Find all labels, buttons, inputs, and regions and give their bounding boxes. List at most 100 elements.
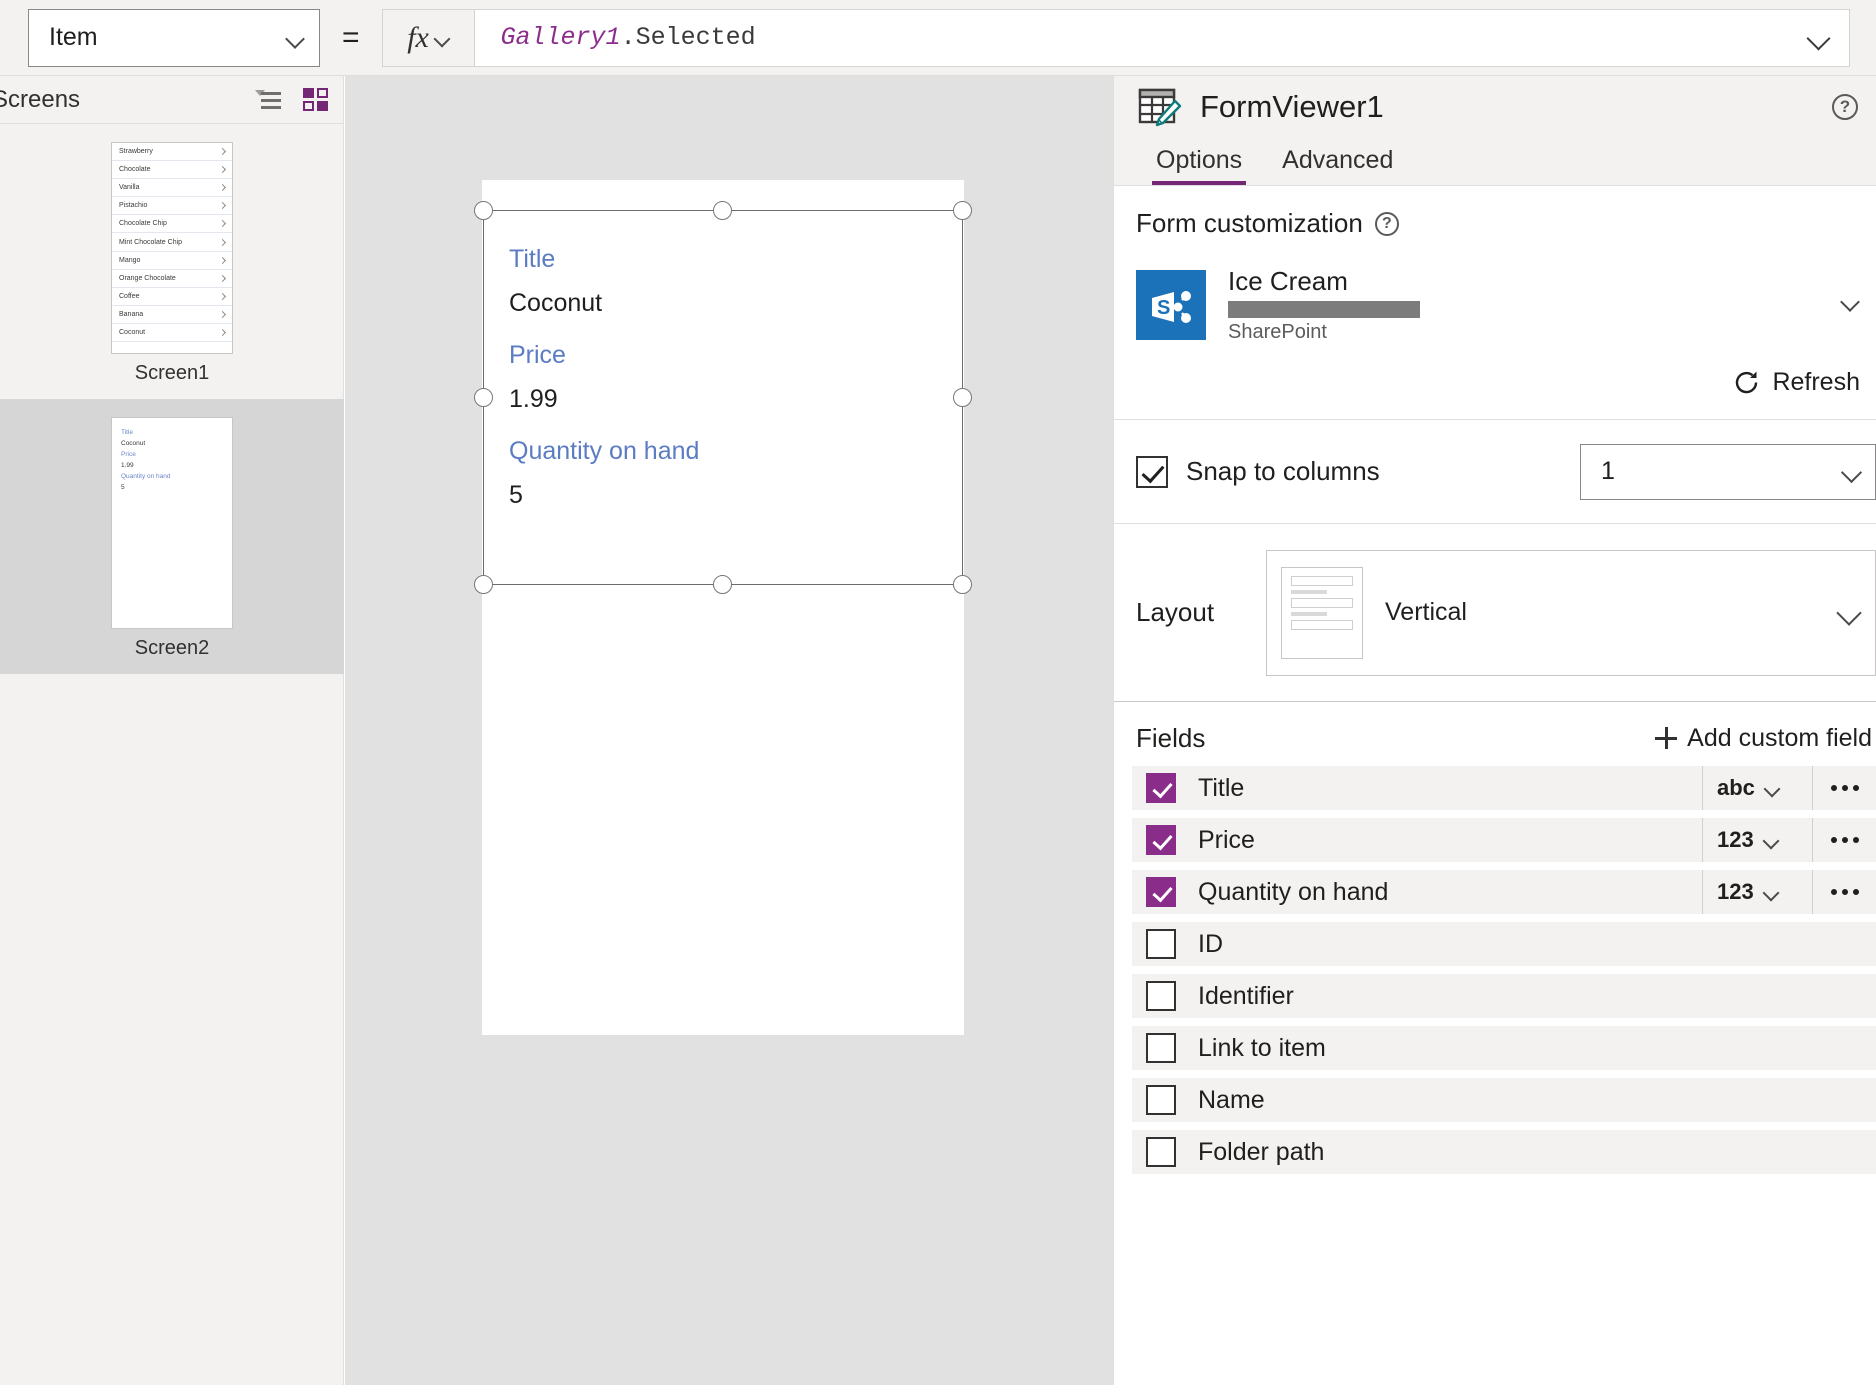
chevron-right-icon [218,202,227,210]
field-row[interactable]: Name [1132,1078,1876,1122]
field-name: Identifier [1198,981,1294,1010]
snap-to-columns-checkbox[interactable] [1136,455,1168,488]
field-checkbox[interactable] [1146,825,1176,855]
fx-button[interactable]: fx [381,8,474,67]
chevron-right-icon [218,166,227,174]
screens-panel: Screens Strawberry Chocolate Vanilla Pistac… [0,76,344,1385]
ellipsis-dot [1830,785,1837,791]
chevron-down-icon [1843,463,1861,481]
gallery-thumb-row: Chocolate Chip [112,215,232,234]
refresh-button[interactable]: Refresh [1114,344,1876,420]
chevron-down-icon [1765,781,1779,795]
data-source-chevron-down-icon[interactable] [1842,293,1866,317]
screen-item-screen2[interactable]: Title Coconut Price 1.99 Quantity on hand 5 S… [0,399,344,674]
list-view-icon[interactable] [255,89,281,111]
data-source-row[interactable]: S Ice Cream SharePoint [1136,265,1876,344]
form-customization-section: Form customization ? S Ice Cream SharePo… [1114,186,1876,344]
gallery-thumb-row-label: Coffee [119,292,140,300]
form-fields-list: Title Coconut Price 1.99 Quantity on hand 5 [484,211,962,517]
field-checkbox[interactable] [1146,773,1176,803]
field-checkbox[interactable] [1146,981,1176,1011]
field-row[interactable]: Quantity on hand 123 [1132,870,1876,914]
add-custom-field-label: Add custom field [1687,723,1872,752]
chevron-right-icon [218,328,227,337]
field-type-select[interactable]: 123 [1702,870,1812,914]
columns-count-select[interactable]: 1 [1580,443,1876,500]
form-field-value: 1.99 [509,385,558,413]
canvas-area: Title Coconut Price 1.99 Quantity on hand 5 [345,76,1113,1385]
gallery-thumb-row-label: Coconut [119,328,146,336]
field-row[interactable]: Price 123 [1132,818,1876,862]
form-field-label: Title [509,245,556,273]
field-row[interactable]: Identifier [1132,974,1876,1018]
field-checkbox[interactable] [1146,1033,1176,1063]
resize-handle-top-left[interactable] [474,201,493,220]
help-icon[interactable]: ? [1832,94,1858,120]
field-name: Price [1198,825,1255,854]
page-title: FormViewer1 [1200,89,1384,124]
form-preview-value: 1.99 [121,462,134,469]
form-preview-value: Coconut [121,440,146,447]
tab-options[interactable]: Options [1136,146,1262,185]
properties-panel-header: FormViewer1 ? [1114,76,1876,138]
gallery-thumb-row: Coconut [112,324,232,343]
field-name: Link to item [1198,1033,1326,1062]
resize-handle-top-center[interactable] [713,201,732,220]
formula-text: Gallery1.Selected [475,23,756,52]
field-more-options-button[interactable] [1812,818,1876,862]
form-customization-help-icon[interactable]: ? [1374,211,1399,236]
field-row[interactable]: ID [1132,922,1876,966]
field-row[interactable]: Folder path [1132,1130,1876,1174]
layout-select[interactable]: Vertical [1266,549,1876,676]
chevron-right-icon [218,310,227,318]
properties-panel: FormViewer1 ? Options Advanced Form cust… [1113,76,1876,1385]
resize-handle-mid-left[interactable] [474,388,493,407]
chevron-right-icon [218,256,227,264]
field-type-select[interactable]: abc [1702,766,1812,810]
field-checkbox[interactable] [1146,877,1176,907]
field-type-select[interactable]: 123 [1702,818,1812,862]
field-name: ID [1198,929,1223,958]
field-checkbox[interactable] [1146,929,1176,959]
data-source-name: Ice Cream [1228,266,1348,296]
gallery-thumb-row-label: Vanilla [119,184,140,192]
chevron-down-icon [1764,833,1778,847]
screen1-thumbnail: Strawberry Chocolate Vanilla Pistachio Choco… [111,142,233,354]
chevron-down-icon [1764,885,1778,899]
screen-item-screen1[interactable]: Strawberry Chocolate Vanilla Pistachio Choco… [0,124,344,399]
refresh-icon [1733,369,1760,396]
field-checkbox[interactable] [1146,1085,1176,1115]
tab-advanced[interactable]: Advanced [1262,146,1413,185]
gallery-thumb-row: Mango [112,252,232,270]
property-select-label: Item [49,23,98,51]
field-checkbox[interactable] [1146,1137,1176,1167]
field-more-options-button[interactable] [1812,766,1876,810]
resize-handle-bottom-center[interactable] [713,575,732,594]
resize-handle-top-right[interactable] [953,201,972,220]
resize-handle-bottom-right[interactable] [953,575,972,594]
field-name: Name [1198,1085,1265,1114]
resize-handle-mid-right[interactable] [953,388,972,407]
snap-to-columns-label: Snap to columns [1186,456,1380,486]
properties-tabs: Options Advanced [1114,138,1876,186]
add-custom-field-button[interactable]: Add custom field [1655,724,1876,753]
gallery-thumb-row: Banana [112,306,232,324]
field-more-options-button[interactable] [1812,870,1876,914]
formula-input[interactable]: Gallery1.Selected [473,8,1850,67]
layout-row: Layout Vertical [1114,524,1876,702]
formula-identifier: Gallery1 [500,23,621,52]
field-name: Title [1198,773,1245,802]
resize-handle-bottom-left[interactable] [474,575,493,594]
gallery-thumb-row: Orange Chocolate [112,270,232,288]
gallery-thumb-row: Pistachio [112,197,232,216]
screen1-thumbnail-wrap: Strawberry Chocolate Vanilla Pistachio Choco… [0,142,344,354]
form-viewer-control[interactable]: Title Coconut Price 1.99 Quantity on hand 5 [483,210,963,585]
form-viewer-icon [1136,84,1182,130]
field-row[interactable]: Title abc [1132,766,1876,810]
chevron-down-icon[interactable] [1809,28,1829,48]
gallery-thumb-row-label: Orange Chocolate [119,274,176,282]
grid-view-icon[interactable] [303,87,329,112]
field-row[interactable]: Link to item [1132,1026,1876,1070]
property-select[interactable]: Item [28,8,320,67]
field-type-label: 123 [1717,827,1754,852]
